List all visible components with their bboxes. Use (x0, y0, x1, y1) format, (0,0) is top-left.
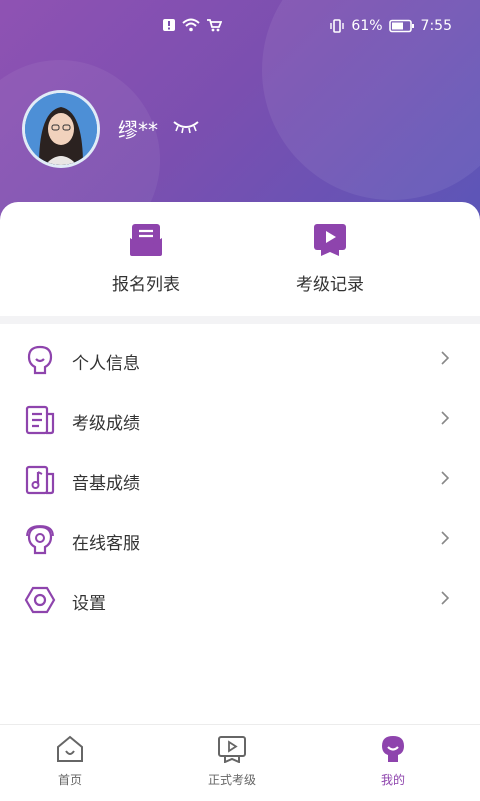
person-info-icon (27, 345, 53, 375)
menu-label: 考级成绩 (72, 414, 140, 434)
quick-actions-card: 报名列表 考级记录 (0, 202, 480, 316)
envelope-list-icon (130, 224, 162, 256)
signup-list-button[interactable]: 报名列表 (76, 222, 216, 295)
menu-label: 设置 (72, 594, 106, 614)
tab-mine[interactable]: 我的 (333, 735, 453, 788)
user-icon (382, 736, 404, 762)
avatar-photo-icon (25, 93, 97, 165)
menu-item-settings[interactable]: 设置 (0, 570, 480, 630)
signup-list-label: 报名列表 (112, 275, 180, 295)
battery-icon (388, 19, 414, 33)
section-divider (0, 316, 480, 324)
music-score-icon (25, 465, 55, 495)
chevron-right-icon (441, 591, 450, 605)
tab-formal-exam[interactable]: 正式考级 (172, 735, 292, 788)
status-bar: 61% 7:55 (0, 0, 480, 56)
headset-icon (26, 525, 54, 555)
menu-item-personal-info[interactable]: 个人信息 (0, 330, 480, 390)
status-right-icons: 61% 7:55 (329, 18, 452, 34)
chevron-right-icon (441, 411, 450, 425)
username: 缪** (118, 118, 158, 142)
cart-icon (207, 19, 222, 32)
status-time: 7:55 (420, 18, 452, 34)
play-record-icon (314, 224, 346, 256)
avatar[interactable] (22, 90, 100, 168)
chevron-right-icon (441, 351, 450, 365)
play-record-icon (218, 736, 246, 764)
menu-list: 个人信息 考级成绩 音基成绩 在线客服 设置 (0, 330, 480, 630)
bottom-tab-bar: 首页 正式考级 我的 (0, 724, 480, 801)
vibrate-icon (330, 19, 345, 33)
tab-label: 正式考级 (207, 773, 256, 787)
chevron-right-icon (441, 471, 450, 485)
exam-records-button[interactable]: 考级记录 (260, 222, 400, 295)
menu-item-music-theory-scores[interactable]: 音基成绩 (0, 450, 480, 510)
home-icon (57, 735, 83, 762)
tab-label: 首页 (57, 773, 82, 787)
wifi-icon (182, 18, 200, 32)
alert-icon (163, 19, 175, 31)
tab-home[interactable]: 首页 (10, 735, 130, 788)
menu-label: 在线客服 (72, 534, 140, 554)
chevron-right-icon (441, 531, 450, 545)
menu-item-exam-scores[interactable]: 考级成绩 (0, 390, 480, 450)
eye-closed-icon[interactable] (172, 118, 200, 134)
menu-label: 音基成绩 (72, 474, 140, 494)
battery-percent: 61% (351, 18, 383, 34)
menu-label: 个人信息 (72, 354, 140, 374)
status-left-icons (162, 18, 222, 32)
settings-hexagon-icon (24, 586, 56, 614)
document-score-icon (25, 405, 55, 435)
exam-records-label: 考级记录 (296, 275, 364, 295)
menu-item-online-service[interactable]: 在线客服 (0, 510, 480, 570)
tab-label: 我的 (380, 773, 405, 787)
